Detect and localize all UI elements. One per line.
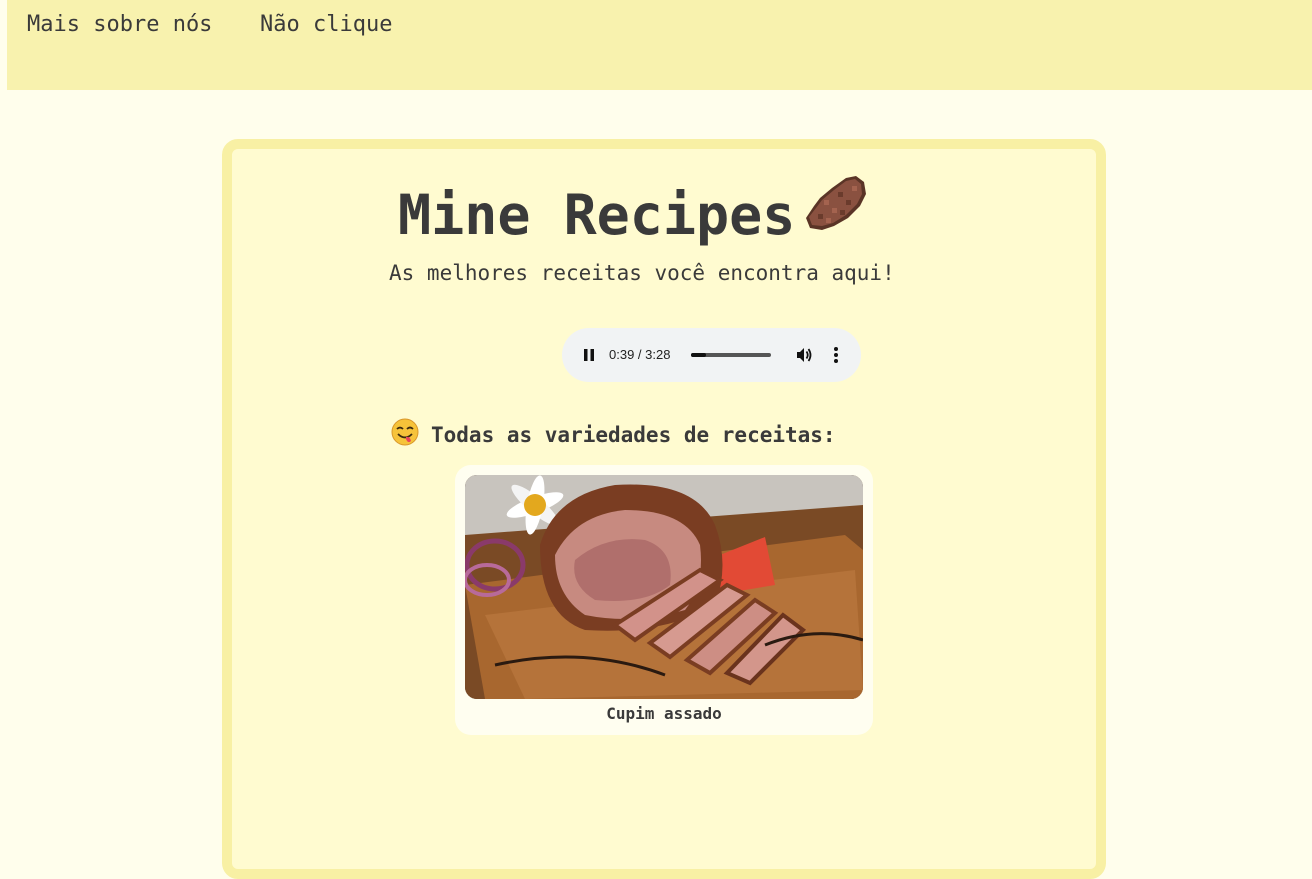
page-title: Mine Recipes: [398, 183, 796, 247]
pause-icon[interactable]: [582, 346, 596, 364]
audio-progress-fill: [691, 353, 707, 357]
nav-link-about-us[interactable]: Mais sobre nós: [27, 12, 212, 37]
recipe-name: Cupim assado: [606, 704, 722, 723]
volume-icon[interactable]: [794, 345, 814, 365]
recipe-photo[interactable]: [465, 475, 863, 699]
nav-link-dont-click[interactable]: Não clique: [260, 12, 392, 37]
audio-time-display: 0:39 / 3:28: [609, 347, 671, 362]
recipe-card[interactable]: Cupim assado: [455, 465, 873, 735]
more-options-icon[interactable]: [829, 345, 843, 365]
page-subtitle: As melhores receitas você encontra aqui!: [389, 261, 895, 285]
yum-face-emoji-icon: [391, 418, 419, 446]
audio-player[interactable]: 0:39 / 3:28: [562, 328, 861, 382]
roast-beef-photo: [465, 475, 863, 699]
recipes-section-heading: Todas as variedades de receitas:: [391, 418, 836, 451]
top-nav-bar: Mais sobre nós Não clique: [7, 0, 1312, 90]
steak-icon: [806, 176, 866, 230]
audio-seek-bar[interactable]: [691, 353, 771, 357]
recipes-section-heading-text: Todas as variedades de receitas:: [431, 423, 836, 447]
